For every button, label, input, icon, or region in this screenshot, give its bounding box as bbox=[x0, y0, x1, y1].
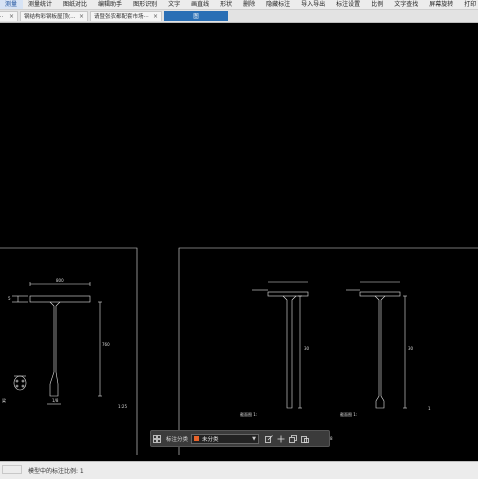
menu-item-recognize[interactable]: 图形识别 bbox=[128, 0, 163, 9]
menu-item-edit-helper[interactable]: 编辑助手 bbox=[93, 0, 128, 9]
menu-item-scale[interactable]: 比例 bbox=[366, 0, 389, 9]
menu-item-shape[interactable]: 形状 bbox=[215, 0, 238, 9]
tab-label: ··· bbox=[0, 14, 4, 20]
close-icon[interactable]: × bbox=[9, 12, 14, 21]
category-color-swatch bbox=[194, 436, 200, 441]
tab-label: 请暨张农都配套市场··· bbox=[94, 14, 149, 20]
status-text: 模型中的标注比例: 1 bbox=[28, 468, 84, 475]
annotation-category-select[interactable]: 未分类 ▼ bbox=[191, 433, 260, 444]
status-panel bbox=[2, 465, 22, 474]
chevron-down-icon: ▼ bbox=[252, 435, 257, 442]
menu-item-hide-annotation[interactable]: 隐藏标注 bbox=[261, 0, 296, 9]
menu-item-compare[interactable]: 图纸对比 bbox=[58, 0, 93, 9]
menu-item-annotation-settings[interactable]: 标注设置 bbox=[331, 0, 366, 9]
drawing-canvas[interactable]: 800 760 1/8 5 梁 1:25 截面图 1: 截面图 1: 30 30… bbox=[0, 23, 478, 460]
left-side-note: 5 bbox=[8, 296, 11, 301]
left-bottom-dimension: 1/8 bbox=[52, 398, 59, 403]
menu-item-find-text[interactable]: 文字查找 bbox=[389, 0, 424, 9]
left-scale-label: 1:25 bbox=[118, 404, 127, 409]
annotation-category-label: 标注分类 bbox=[166, 436, 189, 443]
right-section-label-2: 截面图 1: bbox=[340, 411, 357, 417]
left-side-dimension: 760 bbox=[102, 342, 110, 347]
grid-icon[interactable] bbox=[151, 433, 163, 445]
right-section-label-1: 截面图 1: bbox=[240, 411, 257, 417]
cad-drawing: 800 760 1/8 5 梁 1:25 截面图 1: 截面图 1: 30 30… bbox=[0, 247, 478, 455]
left-frame bbox=[0, 247, 138, 455]
tab-bar: ··· × 钢结构彩钢板屋顶(… × 请暨张农都配套市场··· × 图 bbox=[0, 10, 478, 23]
right-bottom-note: 8 bbox=[330, 436, 333, 441]
menu-item-delete[interactable]: 删除 bbox=[238, 0, 261, 9]
menu-bar: 测量 测量统计 图纸对比 编辑助手 图形识别 文字 画直线 形状 删除 隐藏标注… bbox=[0, 0, 478, 10]
right-beam-section-1 bbox=[252, 281, 309, 409]
menu-item-measure-stats[interactable]: 测量统计 bbox=[23, 0, 58, 9]
menu-item-import-export[interactable]: 导入导出 bbox=[296, 0, 331, 9]
close-icon[interactable]: × bbox=[79, 12, 84, 21]
menu-item-rotate[interactable]: 屏幕旋转 bbox=[424, 0, 459, 9]
menu-item-line[interactable]: 画直线 bbox=[186, 0, 215, 9]
category-select-value: 未分类 bbox=[202, 436, 219, 443]
annotation-toolbar: 标注分类 未分类 ▼ bbox=[150, 430, 330, 447]
tab-label: 钢结构彩钢板屋顶(… bbox=[24, 14, 76, 20]
menu-item-print[interactable]: 打印 bbox=[459, 0, 478, 9]
tab-label: 图 bbox=[193, 14, 199, 20]
status-bar: 模型中的标注比例: 1 bbox=[0, 461, 478, 479]
right-side-dimension-2: 30 bbox=[408, 346, 414, 351]
tab-steel-roof[interactable]: 钢结构彩钢板屋顶(… × bbox=[20, 11, 88, 21]
menu-item-measure[interactable]: 测量 bbox=[0, 0, 24, 9]
left-top-dimension: 800 bbox=[56, 278, 64, 283]
right-mark: 1 bbox=[428, 406, 431, 411]
right-beam-section-2 bbox=[346, 281, 407, 409]
tab-drawing[interactable]: 图 bbox=[164, 11, 228, 21]
close-icon[interactable]: × bbox=[153, 12, 158, 21]
right-side-dimension-1: 30 bbox=[304, 346, 310, 351]
right-frame bbox=[178, 247, 478, 455]
tab-overflow[interactable]: ··· × bbox=[0, 11, 18, 21]
move-icon[interactable] bbox=[275, 433, 287, 445]
paste-icon[interactable] bbox=[299, 433, 311, 445]
tab-market[interactable]: 请暨张农都配套市场··· × bbox=[90, 11, 162, 21]
left-section-label: 梁 bbox=[2, 397, 6, 403]
menu-item-text[interactable]: 文字 bbox=[163, 0, 186, 9]
copy-icon[interactable] bbox=[287, 433, 299, 445]
left-rebar-detail bbox=[13, 375, 27, 391]
edit-icon[interactable] bbox=[263, 433, 275, 445]
